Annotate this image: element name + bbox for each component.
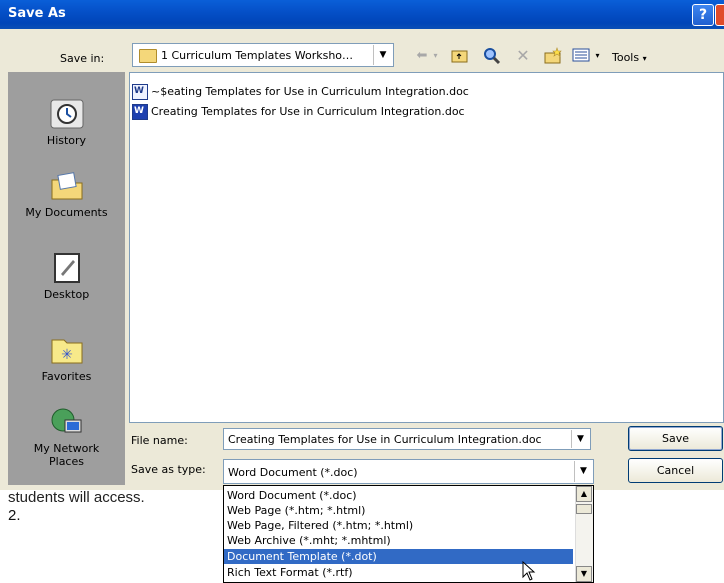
history-icon: [49, 98, 85, 130]
places-desktop[interactable]: Desktop: [8, 252, 125, 301]
new-folder-icon[interactable]: [543, 47, 563, 65]
type-option[interactable]: Web Page, Filtered (*.htm; *.html): [224, 518, 573, 533]
up-folder-icon[interactable]: [451, 47, 469, 65]
background-document-text: students will access.: [8, 489, 145, 506]
save-button[interactable]: Save: [628, 426, 723, 451]
type-option[interactable]: Web Page (*.htm; *.html): [224, 503, 573, 518]
file-list[interactable]: W ~$eating Templates for Use in Curriculu…: [129, 72, 724, 423]
scroll-up-icon[interactable]: ▲: [576, 486, 592, 502]
type-option[interactable]: Word Document (*.doc): [224, 488, 573, 503]
help-button[interactable]: ?: [692, 4, 714, 26]
scroll-thumb[interactable]: [576, 504, 592, 514]
mouse-cursor-icon: [522, 561, 536, 581]
save-as-type-label: Save as type:: [131, 463, 206, 476]
back-dropdown-icon[interactable]: ▾: [431, 47, 440, 65]
save-as-dialog: Save As ? Save in: 1 Curriculum Template…: [0, 0, 724, 490]
save-in-dropdown[interactable]: 1 Curriculum Templates Worksho… ▼: [132, 43, 394, 67]
my-documents-icon: [49, 170, 85, 202]
places-network[interactable]: My Network Places: [8, 406, 125, 468]
type-option-selected[interactable]: Document Template (*.dot): [224, 549, 573, 564]
file-name-value: Creating Templates for Use in Curriculum…: [228, 433, 542, 446]
back-arrow-icon[interactable]: ⬅: [414, 47, 430, 65]
type-option[interactable]: Rich Text Format (*.rtf): [224, 565, 573, 580]
places-my-documents-label: My Documents: [25, 206, 108, 219]
title-bar[interactable]: Save As ?: [0, 0, 724, 29]
type-option[interactable]: Web Archive (*.mht; *.mhtml): [224, 533, 573, 548]
save-in-label: Save in:: [60, 52, 105, 65]
save-as-type-dropdown[interactable]: Word Document (*.doc) ▼: [223, 459, 594, 484]
places-desktop-label: Desktop: [43, 288, 90, 301]
places-favorites[interactable]: ✳ Favorites: [8, 334, 125, 383]
desktop-icon: [49, 252, 85, 284]
save-in-value: 1 Curriculum Templates Worksho…: [161, 49, 354, 62]
search-web-icon[interactable]: [483, 47, 501, 65]
cancel-button[interactable]: Cancel: [628, 458, 723, 483]
places-history-label: History: [46, 134, 87, 147]
tools-label: Tools: [612, 51, 640, 64]
chevron-down-icon[interactable]: ▼: [373, 45, 392, 65]
network-places-icon: [49, 406, 85, 438]
file-name: ~$eating Templates for Use in Curriculum…: [151, 85, 469, 98]
file-name: Creating Templates for Use in Curriculum…: [151, 105, 465, 118]
places-favorites-label: Favorites: [41, 370, 92, 383]
background-list-number: 2.: [8, 507, 21, 524]
places-history[interactable]: History: [8, 98, 125, 147]
places-my-documents[interactable]: My Documents: [8, 170, 125, 219]
save-as-type-options[interactable]: Word Document (*.doc) Web Page (*.htm; *…: [223, 485, 594, 583]
views-dropdown-icon[interactable]: ▾: [593, 47, 602, 65]
save-as-type-value: Word Document (*.doc): [228, 466, 358, 479]
scrollbar[interactable]: ▲ ▼: [575, 486, 593, 582]
svg-text:✳: ✳: [61, 347, 73, 363]
tools-chevron-icon: ▾: [642, 54, 647, 63]
tools-menu[interactable]: Tools ▾: [612, 51, 647, 64]
places-bar: History My Documents Desktop ✳ Favorites…: [8, 72, 125, 485]
window-title: Save As: [8, 6, 66, 21]
scroll-down-icon[interactable]: ▼: [576, 566, 592, 582]
word-document-icon: W: [132, 104, 148, 120]
file-name-field[interactable]: Creating Templates for Use in Curriculum…: [223, 428, 591, 450]
views-icon[interactable]: [572, 47, 590, 65]
folder-icon: [139, 49, 157, 63]
places-network-label-line1: My Network: [33, 442, 100, 455]
word-document-icon: W: [132, 84, 148, 100]
places-network-label-line2: Places: [49, 455, 84, 468]
favorites-icon: ✳: [49, 334, 85, 366]
file-name-label: File name:: [131, 434, 188, 447]
close-button[interactable]: [715, 4, 724, 26]
list-item[interactable]: W Creating Templates for Use in Curriculu…: [132, 104, 465, 120]
chevron-down-icon[interactable]: ▼: [574, 461, 592, 482]
list-item[interactable]: W ~$eating Templates for Use in Curriculu…: [132, 84, 469, 100]
delete-icon[interactable]: ✕: [515, 47, 531, 65]
chevron-down-icon[interactable]: ▼: [571, 430, 589, 448]
